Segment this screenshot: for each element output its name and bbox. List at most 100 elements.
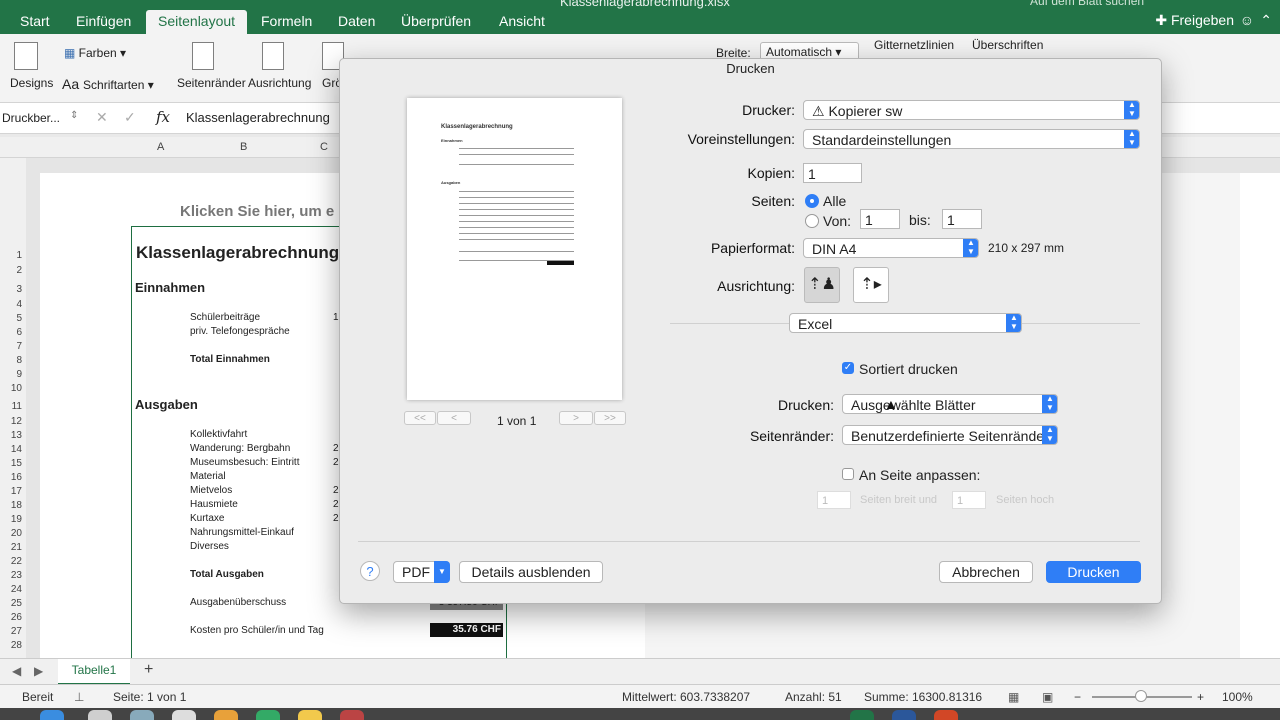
page-layout-view-icon[interactable]: ▣ — [1042, 690, 1053, 704]
row-header[interactable]: 15 — [0, 458, 22, 469]
preview-next-button[interactable]: > — [559, 411, 593, 425]
sheet-tab-tabelle1[interactable]: Tabelle1 — [58, 659, 130, 685]
cell-telefon[interactable]: priv. Telefongespräche — [190, 326, 290, 337]
cell-c-value[interactable]: 2 — [333, 485, 339, 496]
cell-total-ausgaben[interactable]: Total Ausgaben — [190, 569, 264, 580]
row-header[interactable]: 7 — [0, 341, 22, 352]
collate-label[interactable]: Sortiert drucken — [859, 361, 958, 377]
row-header[interactable]: 9 — [0, 369, 22, 380]
farben-button[interactable]: ▦ Farben ▾ — [64, 46, 126, 60]
search-input[interactable]: Auf dem Blatt suchen — [1030, 0, 1144, 8]
row-header[interactable]: 20 — [0, 528, 22, 539]
cancel-button[interactable]: Abbrechen — [939, 561, 1033, 583]
presets-select[interactable]: Standardeinstellungen ▲ ▼ — [803, 129, 1140, 149]
pages-all-radio[interactable] — [805, 194, 819, 208]
row-header[interactable]: 17 — [0, 486, 22, 497]
next-sheet-icon[interactable]: ▶ — [34, 664, 43, 678]
name-box[interactable]: Druckber... — [2, 111, 60, 125]
cell-item[interactable]: Nahrungsmittel-Einkauf — [190, 527, 294, 538]
cell-kosten[interactable]: Kosten pro Schüler/in und Tag — [190, 625, 324, 636]
details-toggle-button[interactable]: Details ausblenden — [459, 561, 603, 583]
cell-item[interactable]: Material — [190, 471, 226, 482]
dock-app-icon[interactable] — [172, 710, 196, 720]
sheet-title[interactable]: Klassenlagerabrechnung — [136, 243, 339, 263]
dock-app-icon[interactable] — [88, 710, 112, 720]
cell-schuelerbeitraege[interactable]: Schülerbeiträge — [190, 312, 260, 323]
preview-prev-button[interactable]: < — [437, 411, 471, 425]
row-header[interactable]: 14 — [0, 444, 22, 455]
fit-to-page-label[interactable]: An Seite anpassen: — [859, 467, 980, 483]
smiley-icon[interactable]: ☺ — [1240, 12, 1254, 28]
cell-ausgabenueberschuss[interactable]: Ausgabenüberschuss — [190, 597, 286, 608]
landscape-orientation-icon[interactable]: ⇡▸ — [853, 267, 889, 303]
cell-kosten-value[interactable]: 35.76 CHF — [430, 623, 503, 637]
fx-icon[interactable]: fx — [156, 108, 170, 126]
cell-item[interactable]: Hausmiete — [190, 499, 238, 510]
cancel-icon[interactable]: ✕ — [96, 109, 108, 126]
preview-first-button[interactable]: << — [404, 411, 436, 425]
fit-to-page-checkbox[interactable] — [842, 468, 854, 480]
print-button[interactable]: Drucken — [1046, 561, 1141, 583]
portrait-orientation-icon[interactable]: ⇡♟ — [804, 267, 840, 303]
row-header[interactable]: 1 — [0, 250, 22, 261]
cell-c-value[interactable]: 2 — [333, 443, 339, 454]
row-header[interactable]: 4 — [0, 299, 22, 310]
pages-all-label[interactable]: Alle — [823, 193, 846, 209]
row-header[interactable]: 10 — [0, 383, 22, 394]
row-header[interactable]: 26 — [0, 612, 22, 623]
preview-last-button[interactable]: >> — [594, 411, 626, 425]
confirm-icon[interactable]: ✓ — [124, 109, 136, 126]
pages-range-radio[interactable] — [805, 214, 819, 228]
pdf-button[interactable]: PDF ▼ — [393, 561, 450, 583]
tab-ueberpruefen[interactable]: Überprüfen — [401, 13, 471, 29]
row-header[interactable]: 28 — [0, 640, 22, 651]
formula-input[interactable]: Klassenlagerabrechnung — [186, 110, 330, 125]
cell-c-value[interactable]: 1 — [333, 312, 339, 323]
row-header[interactable]: 13 — [0, 430, 22, 441]
ausgaben-heading[interactable]: Ausgaben — [135, 397, 198, 412]
normal-view-icon[interactable]: ▦ — [1008, 690, 1019, 704]
cell-c-value[interactable]: 2 — [333, 457, 339, 468]
name-box-stepper-icon[interactable]: ⇕ — [70, 110, 78, 121]
tab-formeln[interactable]: Formeln — [261, 13, 312, 29]
help-button[interactable]: ? — [360, 561, 380, 581]
copies-input[interactable]: 1 — [803, 163, 862, 183]
dock-app-icon[interactable] — [256, 710, 280, 720]
cell-c-value[interactable]: 2 — [333, 513, 339, 524]
cell-item[interactable]: Mietvelos — [190, 485, 232, 496]
cell-total-einnahmen[interactable]: Total Einnahmen — [190, 354, 270, 365]
row-header[interactable]: 5 — [0, 313, 22, 324]
seitenraender-button[interactable]: Seitenränder — [177, 76, 246, 90]
fit-height-input[interactable]: 1 — [952, 491, 986, 509]
schriftarten-button[interactable]: Aa Schriftarten ▾ — [62, 76, 154, 92]
print-what-select[interactable]: Ausgewählte Blätter ▲ ▼ — [842, 394, 1058, 414]
row-header[interactable]: 24 — [0, 584, 22, 595]
dock-app-icon[interactable] — [214, 710, 238, 720]
dock-app-icon[interactable] — [298, 710, 322, 720]
column-header-a[interactable]: A — [157, 141, 164, 153]
cell-item[interactable]: Wanderung: Bergbahn — [190, 443, 290, 454]
dock-app-icon[interactable] — [130, 710, 154, 720]
cell-item[interactable]: Diverses — [190, 541, 229, 552]
header-placeholder[interactable]: Klicken Sie hier, um e — [180, 203, 334, 220]
dock-app-icon[interactable] — [850, 710, 874, 720]
cell-item[interactable]: Kurtaxe — [190, 513, 224, 524]
tab-seitenlayout[interactable]: Seitenlayout — [146, 10, 248, 35]
row-header[interactable]: 2 — [0, 265, 22, 276]
ausrichtung-icon[interactable] — [262, 42, 284, 70]
collate-checkbox[interactable]: ✓ — [842, 362, 854, 374]
dock-app-icon[interactable] — [40, 710, 64, 720]
dock-app-icon[interactable] — [934, 710, 958, 720]
prev-sheet-icon[interactable]: ◀ — [12, 664, 21, 678]
margins-select[interactable]: Benutzerdefinierte Seitenränder ▲ ▼ — [842, 425, 1058, 445]
row-header[interactable]: 22 — [0, 556, 22, 567]
pages-from-input[interactable]: 1 — [860, 209, 900, 229]
seitenraender-icon[interactable] — [192, 42, 214, 70]
row-header[interactable]: 16 — [0, 472, 22, 483]
macro-record-icon[interactable]: ⊥ — [74, 690, 84, 704]
row-header[interactable]: 27 — [0, 626, 22, 637]
printer-select[interactable]: ⚠ Kopierer sw ▲ ▼ — [803, 100, 1140, 120]
row-header[interactable]: 12 — [0, 416, 22, 427]
tab-ansicht[interactable]: Ansicht — [499, 13, 545, 29]
zoom-slider-handle[interactable] — [1135, 690, 1147, 702]
